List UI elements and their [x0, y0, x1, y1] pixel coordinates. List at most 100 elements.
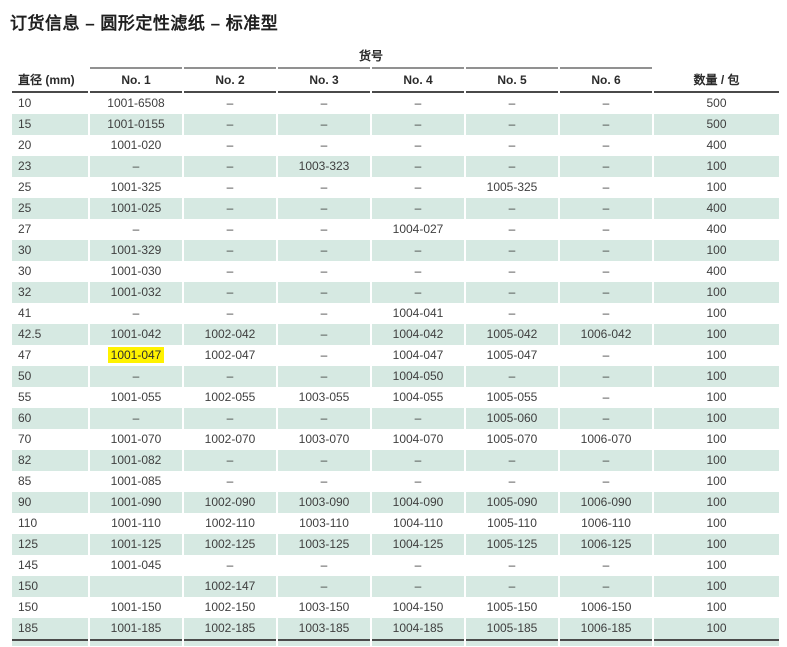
code-cell: 1001-030 — [90, 261, 182, 282]
column-header-no4: No. 4 — [372, 67, 464, 93]
table-row: 1251001-1251002-1251003-1251004-1251005-… — [12, 534, 779, 555]
table-row: 50–––1004-050––100 — [12, 366, 779, 387]
code-cell: 1006-150 — [560, 597, 652, 618]
code-cell: 1002-042 — [184, 324, 276, 345]
table-row: 701001-0701002-0701003-0701004-0701005-0… — [12, 429, 779, 450]
diameter-cell: 55 — [12, 387, 88, 408]
diameter-cell: 145 — [12, 555, 88, 576]
code-cell: 1003-055 — [278, 387, 370, 408]
code-cell: – — [372, 198, 464, 219]
table-row: 301001-030–––––400 — [12, 261, 779, 282]
code-cell: – — [278, 576, 370, 597]
code-cell: – — [466, 135, 558, 156]
diameter-cell: 42.5 — [12, 324, 88, 345]
qty-cell: 100 — [654, 618, 779, 641]
code-cell: – — [560, 408, 652, 429]
code-cell: – — [466, 114, 558, 135]
diameter-cell: 30 — [12, 240, 88, 261]
code-cell: – — [184, 135, 276, 156]
table-row: 151001-0155–––––500 — [12, 114, 779, 135]
code-cell: 1001-0155 — [90, 114, 182, 135]
qty-cell: 100 — [654, 429, 779, 450]
code-cell: 1006-042 — [560, 324, 652, 345]
code-cell: – — [278, 177, 370, 198]
code-cell: – — [184, 366, 276, 387]
column-header-no3: No. 3 — [278, 67, 370, 93]
code-cell: – — [278, 408, 370, 429]
diameter-cell: 150 — [12, 576, 88, 597]
code-cell: – — [278, 471, 370, 492]
code-cell: 1005-090 — [466, 492, 558, 513]
code-cell: – — [372, 555, 464, 576]
code-cell: – — [560, 114, 652, 135]
code-cell: 1002-147 — [184, 576, 276, 597]
cropped-cell — [372, 641, 464, 646]
code-cell: – — [466, 450, 558, 471]
code-cell: – — [372, 408, 464, 429]
code-cell: 1003-125 — [278, 534, 370, 555]
qty-cell: 400 — [654, 261, 779, 282]
code-cell: 1002-090 — [184, 492, 276, 513]
code-cell: – — [184, 555, 276, 576]
code-cell: – — [184, 198, 276, 219]
code-cell: – — [466, 366, 558, 387]
code-cell: – — [184, 114, 276, 135]
code-cell: – — [372, 156, 464, 177]
qty-cell: 100 — [654, 240, 779, 261]
diameter-cell: 50 — [12, 366, 88, 387]
order-table: 货号 直径 (mm) No. 1 No. 2 No. 3 No. 4 No. 5… — [10, 47, 781, 646]
code-cell: 1001-085 — [90, 471, 182, 492]
cropped-cell — [90, 641, 182, 646]
diameter-cell: 47 — [12, 345, 88, 366]
diameter-cell: 110 — [12, 513, 88, 534]
code-cell: – — [278, 135, 370, 156]
code-cell: – — [278, 114, 370, 135]
code-cell: – — [184, 261, 276, 282]
column-header-qty: 数量 / 包 — [654, 67, 779, 93]
diameter-cell: 125 — [12, 534, 88, 555]
qty-cell: 100 — [654, 282, 779, 303]
code-cell: – — [560, 177, 652, 198]
code-cell: – — [560, 198, 652, 219]
code-cell: – — [278, 219, 370, 240]
diameter-cell: 32 — [12, 282, 88, 303]
code-cell: 1005-325 — [466, 177, 558, 198]
code-cell: – — [184, 177, 276, 198]
cropped-cell — [466, 641, 558, 646]
column-header-no1: No. 1 — [90, 67, 182, 93]
code-cell: – — [372, 135, 464, 156]
code-cell: – — [278, 261, 370, 282]
code-cell: 1006-125 — [560, 534, 652, 555]
table-row: 1851001-1851002-1851003-1851004-1851005-… — [12, 618, 779, 641]
code-cell: 1005-070 — [466, 429, 558, 450]
code-cell: – — [90, 366, 182, 387]
code-cell: 1005-055 — [466, 387, 558, 408]
cropped-cell — [654, 641, 779, 646]
code-cell: 1006-070 — [560, 429, 652, 450]
code-cell: 1001-329 — [90, 240, 182, 261]
code-cell: 1005-110 — [466, 513, 558, 534]
code-cell: 1001-6508 — [90, 93, 182, 114]
table-header: 货号 直径 (mm) No. 1 No. 2 No. 3 No. 4 No. 5… — [12, 47, 779, 93]
table-row: 1501001-1501002-1501003-1501004-1501005-… — [12, 597, 779, 618]
code-cell: 1004-150 — [372, 597, 464, 618]
code-cell: – — [466, 555, 558, 576]
code-cell: 1001-042 — [90, 324, 182, 345]
code-cell: 1005-125 — [466, 534, 558, 555]
code-cell: – — [466, 576, 558, 597]
code-cell: 1004-027 — [372, 219, 464, 240]
diameter-cell: 27 — [12, 219, 88, 240]
diameter-cell: 70 — [12, 429, 88, 450]
code-cell: 1005-150 — [466, 597, 558, 618]
code-cell: – — [560, 366, 652, 387]
code-cell: – — [560, 471, 652, 492]
table-row: 901001-0901002-0901003-0901004-0901005-0… — [12, 492, 779, 513]
qty-cell: 100 — [654, 534, 779, 555]
cropped-cell — [184, 641, 276, 646]
table-row: 201001-020–––––400 — [12, 135, 779, 156]
code-cell: 1001-045 — [90, 555, 182, 576]
diameter-cell: 41 — [12, 303, 88, 324]
code-cell: – — [466, 156, 558, 177]
code-cell: – — [90, 408, 182, 429]
table-row: 23––1003-323–––100 — [12, 156, 779, 177]
